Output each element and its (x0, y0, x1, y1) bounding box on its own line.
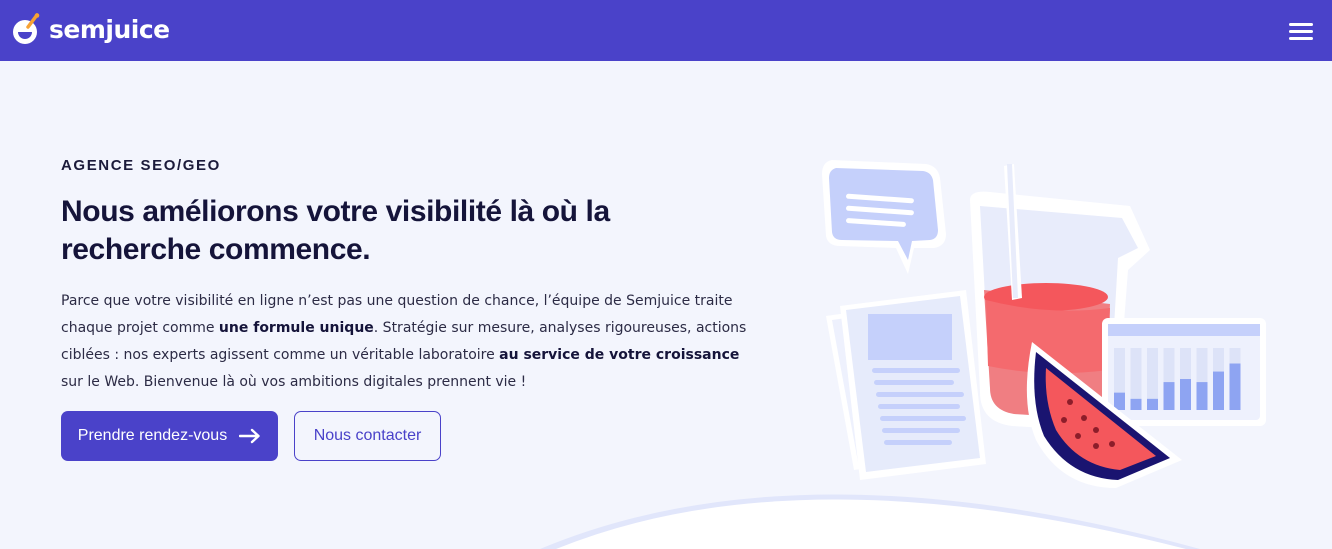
contact-button-label: Nous contacter (313, 427, 422, 444)
hero-eyebrow: AGENCE SEO/GEO (61, 157, 221, 174)
bar (1213, 371, 1224, 410)
paragraph-text: sur le Web. Bienvenue là où vos ambition… (61, 374, 527, 390)
hero-headline: Nous améliorons votre visibilité là où l… (61, 195, 610, 266)
paragraph-emphasis: au service de votre croissance (499, 347, 740, 363)
bar (1196, 382, 1208, 410)
bar (1163, 382, 1175, 410)
brand-name: semjuice (49, 14, 170, 44)
brand-logo[interactable]: semjuice (12, 11, 170, 47)
decorative-wave (540, 494, 1200, 549)
bar (1114, 392, 1125, 410)
bar (1130, 398, 1142, 410)
hamburger-menu-icon (1289, 22, 1313, 26)
bar-chart-icon (1102, 318, 1266, 426)
contact-button[interactable]: Nous contacter (294, 411, 441, 461)
arrow-right-icon (239, 428, 260, 444)
hamburger-menu-button[interactable] (1284, 16, 1318, 46)
bar (1147, 398, 1158, 410)
bar (1229, 363, 1241, 410)
book-appointment-button[interactable]: Prendre rendez-vous (61, 411, 278, 461)
speech-bubble-icon (822, 160, 946, 274)
paragraph-emphasis: une formule unique (218, 320, 374, 336)
juice-glass-logo-icon (13, 13, 40, 44)
bar (1180, 379, 1191, 410)
book-appointment-label: Prendre rendez-vous (77, 427, 228, 444)
document-icon (826, 290, 986, 480)
hero-illustration (822, 160, 1266, 488)
hero-paragraph: Parce que votre visibilité en ligne n’es… (61, 288, 761, 396)
top-navigation-bar: semjuice (0, 0, 1332, 61)
